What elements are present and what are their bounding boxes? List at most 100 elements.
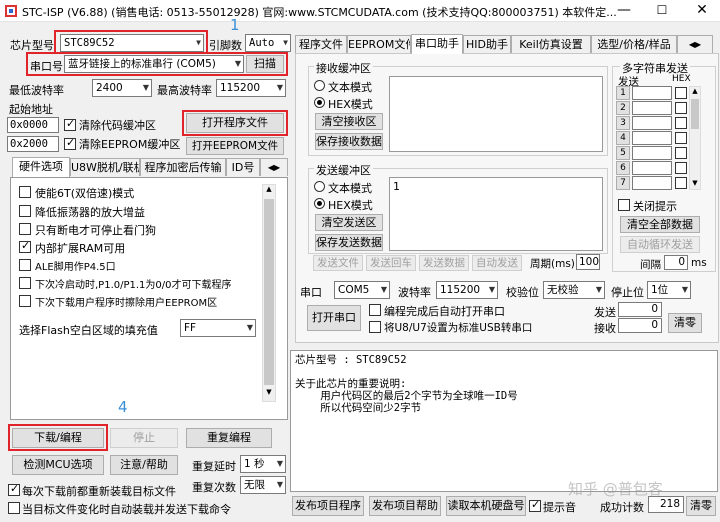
publish-help-button[interactable]: 发布项目帮助 bbox=[369, 496, 441, 516]
close-button[interactable]: ✕ bbox=[682, 0, 720, 22]
multi-send-row-button[interactable]: 7 bbox=[616, 176, 630, 190]
repeat-delay-select[interactable]: 1 秒 ▼ bbox=[240, 455, 286, 473]
send-buffer-textarea[interactable]: 1 bbox=[389, 177, 603, 251]
multi-hex-checkbox[interactable] bbox=[675, 177, 687, 189]
parity-select[interactable]: 无校验 ▼ bbox=[543, 281, 605, 299]
repeat-count-select[interactable]: 无限 ▼ bbox=[240, 476, 286, 494]
tab-eeprom-file[interactable]: EEPROM文件 bbox=[347, 35, 411, 53]
tab-id[interactable]: ID号 bbox=[226, 158, 260, 176]
maximize-button[interactable]: ☐ bbox=[642, 0, 682, 22]
period-input[interactable]: 100 bbox=[576, 254, 600, 270]
receive-hex-mode-radio[interactable] bbox=[314, 97, 325, 108]
baud-rate-select[interactable]: 115200 ▼ bbox=[436, 281, 498, 299]
stop-bits-select[interactable]: 1位 ▼ bbox=[647, 281, 691, 299]
repeat-program-button[interactable]: 重复编程 bbox=[186, 428, 272, 448]
multi-send-row-button[interactable]: 5 bbox=[616, 146, 630, 160]
multi-hex-checkbox[interactable] bbox=[675, 132, 687, 144]
send-file-button[interactable]: 发送文件 bbox=[313, 255, 363, 271]
stop-button[interactable]: 停止 bbox=[110, 428, 178, 448]
check-mcu-button[interactable]: 检测MCU选项 bbox=[12, 455, 104, 475]
interval-unit: ms bbox=[691, 257, 707, 269]
tab-encrypted-transfer[interactable]: 程序加密后传输 bbox=[140, 158, 226, 176]
period-label: 周期(ms) bbox=[530, 258, 575, 270]
auto-loop-send-button[interactable]: 自动循环发送 bbox=[620, 236, 700, 253]
tab-serial-assistant[interactable]: 串口助手 bbox=[411, 34, 463, 54]
multi-send-row-button[interactable]: 2 bbox=[616, 101, 630, 115]
help-button[interactable]: 注意/帮助 bbox=[110, 455, 178, 475]
receive-text-mode-radio[interactable] bbox=[314, 80, 325, 91]
save-receive-button[interactable]: 保存接收数据 bbox=[315, 133, 383, 150]
open-serial-button[interactable]: 打开串口 bbox=[307, 305, 361, 331]
send-hex-mode-radio[interactable] bbox=[314, 198, 325, 209]
multi-string-input[interactable] bbox=[632, 146, 672, 160]
usb-convert-checkbox[interactable] bbox=[369, 321, 381, 333]
send-text-mode-radio[interactable] bbox=[314, 181, 325, 192]
clear-all-data-button[interactable]: 清空全部数据 bbox=[620, 216, 700, 233]
close-tip-checkbox[interactable] bbox=[618, 199, 630, 211]
minimize-button[interactable]: — bbox=[604, 0, 644, 22]
repeat-delay-label: 重复延时 bbox=[192, 460, 236, 473]
clear-success-button[interactable]: 清零 bbox=[686, 496, 716, 516]
option-checkbox-cold-start[interactable] bbox=[19, 277, 31, 289]
receive-buffer-textarea[interactable] bbox=[389, 76, 603, 152]
multi-string-input[interactable] bbox=[632, 116, 672, 130]
multi-send-row-button[interactable]: 1 bbox=[616, 86, 630, 100]
read-disk-id-button[interactable]: 读取本机硬盘号 bbox=[446, 496, 526, 516]
tab-selection-price[interactable]: 选型/价格/样品 bbox=[591, 35, 677, 53]
send-data-button[interactable]: 发送数据 bbox=[419, 255, 469, 271]
option-checkbox-ale[interactable] bbox=[19, 259, 31, 271]
clear-eeprom-label: 清除EEPROM缓冲区 bbox=[79, 138, 181, 151]
min-baud-select[interactable]: 2400 ▼ bbox=[92, 79, 152, 97]
send-enter-button[interactable]: 发送回车 bbox=[366, 255, 416, 271]
eeprom-address-input[interactable]: 0x2000 bbox=[7, 136, 59, 152]
save-send-button[interactable]: 保存发送数据 bbox=[315, 234, 383, 251]
clear-counts-button[interactable]: 清零 bbox=[668, 313, 702, 333]
multi-string-input[interactable] bbox=[632, 176, 672, 190]
clear-eeprom-checkbox[interactable] bbox=[64, 136, 76, 150]
tab-scroll-arrows[interactable]: ◀▶ bbox=[260, 158, 288, 176]
parity-label: 校验位 bbox=[506, 286, 539, 299]
clear-send-button[interactable]: 清空发送区 bbox=[315, 214, 383, 231]
option-checkbox-ram[interactable] bbox=[19, 239, 31, 253]
auto-download-checkbox[interactable] bbox=[8, 502, 20, 514]
clear-receive-button[interactable]: 清空接收区 bbox=[315, 113, 383, 130]
code-address-input[interactable]: 0x0000 bbox=[7, 117, 59, 133]
reload-before-download-checkbox[interactable] bbox=[8, 482, 20, 496]
multi-string-scrollbar[interactable]: ▲ ▼ bbox=[689, 86, 701, 190]
option-checkbox-gain[interactable] bbox=[19, 205, 31, 217]
multi-string-input[interactable] bbox=[632, 161, 672, 175]
multi-hex-checkbox[interactable] bbox=[675, 147, 687, 159]
multi-send-row-button[interactable]: 4 bbox=[616, 131, 630, 145]
option-checkbox-erase-eeprom[interactable] bbox=[19, 295, 31, 307]
multi-send-row-button[interactable]: 3 bbox=[616, 116, 630, 130]
option-checkbox-watchdog[interactable] bbox=[19, 223, 31, 235]
multi-send-row-button[interactable]: 6 bbox=[616, 161, 630, 175]
fill-value-select[interactable]: FF ▼ bbox=[180, 319, 256, 337]
info-line: 所以代码空间少2字节 bbox=[295, 402, 422, 414]
pin-count-select[interactable]: Auto ▼ bbox=[245, 34, 291, 52]
tab-u8w[interactable]: U8W脱机/联机 bbox=[70, 158, 140, 176]
tab-program-file[interactable]: 程序文件 bbox=[295, 35, 347, 53]
multi-hex-checkbox[interactable] bbox=[675, 117, 687, 129]
option-checkbox-6t[interactable] bbox=[19, 186, 31, 198]
serial-port-select[interactable]: COM5 ▼ bbox=[334, 281, 390, 299]
max-baud-select[interactable]: 115200 ▼ bbox=[216, 79, 286, 97]
tab-keil-settings[interactable]: Keil仿真设置 bbox=[511, 35, 591, 53]
multi-hex-checkbox[interactable] bbox=[675, 162, 687, 174]
multi-hex-checkbox[interactable] bbox=[675, 87, 687, 99]
auto-open-checkbox[interactable] bbox=[369, 304, 381, 316]
tab-scroll-arrows-right[interactable]: ◀▶ bbox=[677, 35, 713, 53]
tab-hardware-options[interactable]: 硬件选项 bbox=[12, 157, 70, 177]
open-eeprom-button[interactable]: 打开EEPROM文件 bbox=[186, 137, 284, 155]
multi-hex-checkbox[interactable] bbox=[675, 102, 687, 114]
auto-send-button[interactable]: 自动发送 bbox=[472, 255, 522, 271]
multi-string-input[interactable] bbox=[632, 131, 672, 145]
multi-string-input[interactable] bbox=[632, 86, 672, 100]
multi-string-input[interactable] bbox=[632, 101, 672, 115]
interval-input[interactable]: 0 bbox=[664, 255, 688, 270]
publish-program-button[interactable]: 发布项目程序 bbox=[292, 496, 364, 516]
beep-checkbox[interactable] bbox=[529, 498, 541, 512]
options-scrollbar[interactable]: ▲ ▼ bbox=[262, 184, 276, 402]
tab-hid-assistant[interactable]: HID助手 bbox=[463, 35, 511, 53]
clear-code-checkbox[interactable] bbox=[64, 117, 76, 131]
